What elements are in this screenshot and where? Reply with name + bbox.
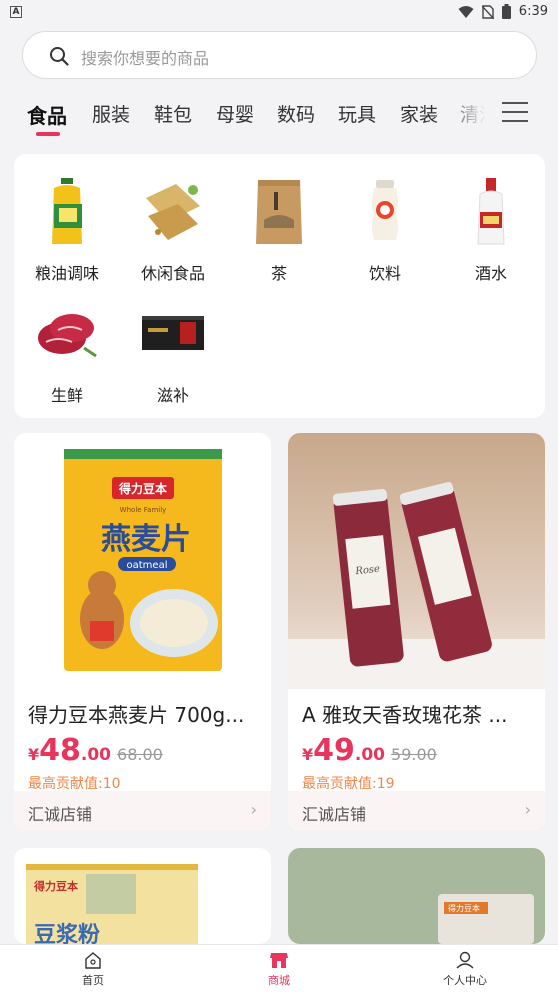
package-subtitle: Whole Family [120, 506, 167, 514]
price-decimal: .00 [80, 745, 112, 765]
tab-home[interactable]: 家装 [400, 100, 438, 127]
subcategory-snacks[interactable]: 休闲食品 [120, 176, 226, 284]
price-currency: ¥ [302, 745, 314, 764]
subcategory-label: 休闲食品 [140, 264, 205, 283]
liquor-bottle-icon [477, 178, 505, 245]
subcategory-grid: 粮油调味 休闲食品 茶 饮料 酒水 生鲜 滋补 [14, 154, 545, 418]
package-brand: 得力豆本 [33, 879, 78, 893]
tea-bag-icon [256, 180, 302, 244]
subcategory-label: 滋补 [156, 386, 189, 405]
product-title: A 雅玫天香玫瑰花茶 ... [302, 703, 508, 727]
active-tab-indicator [36, 132, 60, 136]
shop-row[interactable]: 汇诚店铺 › [288, 791, 545, 831]
product-image: 得力豆本 豆浆粉 [14, 848, 271, 944]
snack-crackers-icon [146, 184, 200, 240]
fresh-meat-icon [38, 314, 97, 358]
tab-toys[interactable]: 玩具 [338, 100, 376, 127]
tab-baby[interactable]: 母婴 [216, 100, 254, 127]
product-card[interactable]: Rose A 雅玫天香玫瑰花茶 ... ¥49.00 59.00 最高贡献值:19… [288, 433, 545, 831]
price-integer: 48 [39, 733, 81, 768]
tab-bags-shoes[interactable]: 鞋包 [154, 100, 192, 127]
package-brand: 得力豆本 [118, 481, 167, 496]
tab-food[interactable]: 食品 [27, 100, 67, 129]
product-image: 得力豆本 [288, 848, 545, 944]
product-price: ¥48.00 68.00 [28, 733, 163, 768]
category-tabs: 食品 服装 鞋包 母婴 数码 玩具 家装 清洁 [0, 96, 498, 140]
subcategory-drinks[interactable]: 饮料 [332, 176, 438, 284]
clock: 6:39 [518, 4, 548, 19]
nav-label: 首页 [82, 974, 104, 987]
battery-icon [501, 4, 511, 19]
product-card[interactable]: 得力豆本 Whole Family 燕麦片 oatmeal 得力豆本燕麦片 70… [14, 433, 271, 831]
nav-mall[interactable]: 商城 [219, 951, 339, 988]
package-brand: 得力豆本 [448, 903, 480, 913]
no-sim-icon [481, 4, 494, 19]
store-icon [270, 953, 288, 968]
original-price: 68.00 [117, 745, 163, 764]
package-name: 豆浆粉 [34, 922, 100, 944]
shop-name: 汇诚店铺 [28, 805, 93, 824]
tab-clothing[interactable]: 服装 [92, 100, 130, 127]
subcategory-tea[interactable]: 茶 [226, 176, 332, 284]
subcategory-label: 酒水 [474, 264, 507, 283]
nav-label: 个人中心 [443, 974, 487, 987]
product-card[interactable]: 得力豆本 豆浆粉 [14, 848, 271, 944]
tonic-gift-box-icon [142, 316, 204, 350]
home-icon [85, 952, 101, 969]
package-english: oatmeal [127, 560, 168, 571]
subcategory-label: 茶 [270, 264, 287, 283]
contribution-value: 最高贡献值:19 [302, 776, 395, 792]
search-bar[interactable]: 搜索你想要的商品 [22, 31, 537, 79]
hamburger-menu-icon[interactable] [502, 100, 528, 124]
subcategory-label: 生鲜 [50, 386, 83, 405]
product-card[interactable]: 得力豆本 [288, 848, 545, 944]
wifi-icon [458, 5, 474, 18]
subcategory-grain-oil[interactable]: 粮油调味 [14, 176, 120, 284]
package-name: 燕麦片 [101, 522, 191, 557]
yogurt-drink-icon [372, 180, 398, 240]
price-currency: ¥ [28, 745, 40, 764]
product-image: 得力豆本 Whole Family 燕麦片 oatmeal [14, 433, 271, 689]
nav-label: 商城 [268, 974, 290, 987]
nav-home[interactable]: 首页 [33, 951, 153, 988]
search-icon [50, 47, 69, 66]
cooking-oil-icon [52, 178, 82, 244]
search-placeholder: 搜索你想要的商品 [81, 49, 210, 68]
subcategory-tonic[interactable]: 滋补 [120, 298, 226, 406]
subcategory-label: 饮料 [368, 264, 401, 283]
subcategory-label: 粮油调味 [34, 264, 99, 283]
subcategory-liquor[interactable]: 酒水 [438, 176, 544, 284]
product-image: Rose [288, 433, 545, 689]
tab-digital[interactable]: 数码 [277, 100, 315, 127]
price-integer: 49 [313, 733, 355, 768]
product-price: ¥49.00 59.00 [302, 733, 437, 768]
shop-name: 汇诚店铺 [302, 805, 367, 824]
user-profile-icon [456, 951, 474, 969]
app-notification-icon: A [10, 6, 22, 18]
original-price: 59.00 [391, 745, 437, 764]
product-title: 得力豆本燕麦片 700g... [28, 703, 245, 727]
chevron-right-icon: › [250, 800, 257, 819]
subcategory-fresh[interactable]: 生鲜 [14, 298, 120, 406]
nav-profile[interactable]: 个人中心 [405, 951, 525, 988]
bottom-navigation: 首页 商城 个人中心 [0, 944, 558, 992]
chevron-right-icon: › [524, 800, 531, 819]
shop-row[interactable]: 汇诚店铺 › [14, 791, 271, 831]
status-bar: A 6:39 [0, 0, 558, 26]
price-decimal: .00 [354, 745, 386, 765]
contribution-value: 最高贡献值:10 [28, 776, 121, 792]
tabs-fade [440, 96, 498, 132]
